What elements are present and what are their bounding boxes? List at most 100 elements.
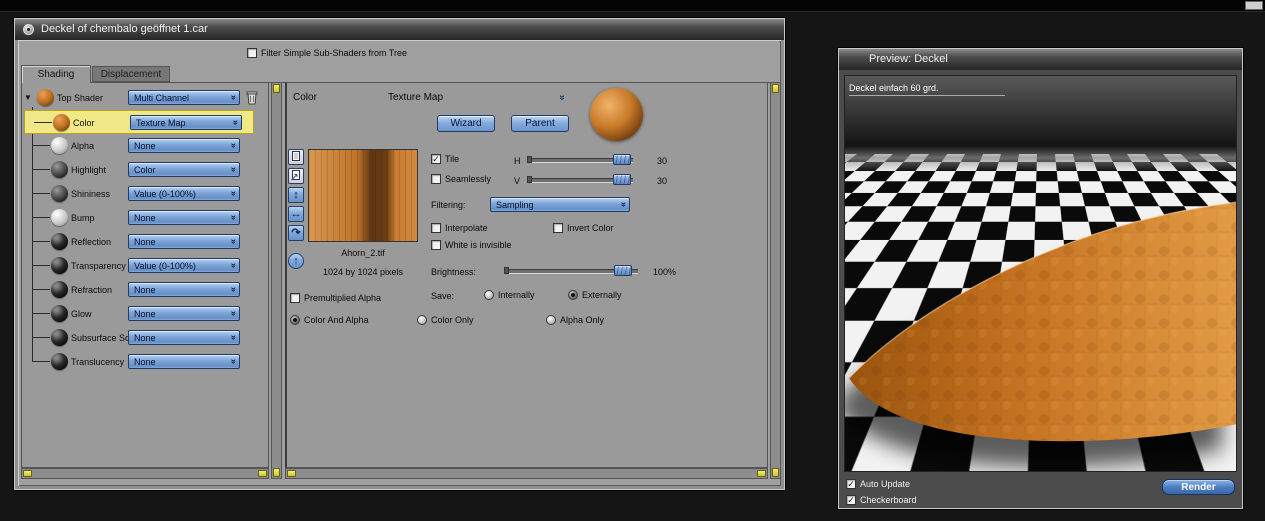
color-only-radio[interactable]: Color Only — [417, 315, 474, 326]
tree-row-label: Alpha — [71, 141, 95, 151]
shader-type-dropdown[interactable]: None » — [128, 210, 240, 225]
tree-row-alpha[interactable]: Alpha None » — [23, 134, 267, 158]
radio-label: Externally — [582, 290, 622, 300]
auto-update-checkbox[interactable]: ✓ Auto Update — [846, 479, 910, 490]
h-tiling-slider[interactable] — [527, 153, 633, 166]
desktop-scroll-chip[interactable] — [1245, 1, 1263, 10]
shader-sphere-icon — [51, 185, 68, 202]
scroll-right-button[interactable] — [757, 470, 766, 477]
tree-row-subsurface[interactable]: Subsurface Sc None » — [23, 326, 267, 350]
flip-vertical-button[interactable]: ↕ — [288, 187, 304, 203]
tile-checkbox[interactable]: ✓ Tile — [431, 154, 459, 165]
shader-type-dropdown[interactable]: Texture Map » — [130, 115, 242, 130]
scroll-right-button[interactable] — [258, 470, 267, 477]
preview-titlebar[interactable]: Preview: Deckel — [839, 49, 1242, 70]
save-internally-radio[interactable]: Internally — [484, 290, 535, 301]
disclosure-open-icon[interactable]: ▼ — [24, 93, 32, 102]
tree-row-shininess[interactable]: Shininess Value (0-100%) » — [23, 182, 267, 206]
shader-type-dropdown[interactable]: None » — [128, 234, 240, 249]
wizard-button[interactable]: Wizard — [437, 115, 495, 132]
chevron-down-icon: » — [230, 119, 241, 126]
tree-row-translucency[interactable]: Translucency None » — [23, 350, 267, 374]
shader-type-dropdown[interactable]: None » — [128, 282, 240, 297]
invert-color-checkbox[interactable]: Invert Color — [553, 223, 614, 234]
tree-row-glow[interactable]: Glow None » — [23, 302, 267, 326]
tab-shading[interactable]: Shading — [21, 65, 91, 83]
check-icon: ✓ — [432, 154, 440, 164]
rotate-button[interactable]: ↷ — [288, 225, 304, 241]
shader-type-dropdown[interactable]: Multi Channel » — [128, 90, 240, 105]
delete-shader-button[interactable] — [244, 89, 260, 107]
save-externally-radio[interactable]: Externally — [568, 290, 622, 301]
flip-horizontal-button[interactable]: ↔ — [288, 206, 304, 222]
scroll-left-button[interactable] — [287, 470, 296, 477]
scroll-left-button[interactable] — [23, 470, 32, 477]
checkbox-label: Auto Update — [860, 479, 911, 489]
dropdown-value: None — [134, 212, 156, 223]
filter-subshaders-checkbox[interactable]: Filter Simple Sub-Shaders from Tree — [247, 48, 407, 59]
v-tiling-slider[interactable] — [527, 173, 633, 186]
tree-vertical-scrollbar[interactable] — [271, 82, 282, 479]
slider-handle[interactable] — [613, 174, 631, 185]
save-label: Save: — [431, 291, 455, 301]
color-and-alpha-radio[interactable]: Color And Alpha — [290, 315, 369, 326]
tree-row-color[interactable]: Color Texture Map » — [24, 110, 254, 134]
tree-row-bump[interactable]: Bump None » — [23, 206, 267, 230]
shader-type-dropdown[interactable]: Value (0-100%) » — [128, 186, 240, 201]
window-menu-icon[interactable] — [23, 24, 34, 35]
radio-button — [417, 315, 427, 325]
texture-thumbnail[interactable] — [308, 149, 418, 242]
open-file-button[interactable] — [288, 149, 304, 165]
shader-type-dropdown[interactable]: None » — [128, 306, 240, 321]
tree-row-top-shader[interactable]: ▼ Top Shader Multi Channel » — [23, 86, 267, 110]
scroll-up-button[interactable] — [772, 84, 779, 93]
tree-row-highlight[interactable]: Highlight Color » — [23, 158, 267, 182]
tree-row-refraction[interactable]: Refraction None » — [23, 278, 267, 302]
radio-label: Internally — [498, 290, 535, 300]
premultiplied-alpha-checkbox[interactable]: Premultiplied Alpha — [290, 293, 381, 304]
tree-row-transparency[interactable]: Transparency Value (0-100%) » — [23, 254, 267, 278]
slider-handle[interactable] — [614, 265, 632, 276]
shader-type-dropdown[interactable]: Value (0-100%) » — [128, 258, 240, 273]
top-menu-bar — [0, 0, 1265, 12]
alpha-only-radio[interactable]: Alpha Only — [546, 315, 604, 326]
brightness-slider[interactable] — [504, 264, 638, 277]
render-button[interactable]: Render — [1162, 479, 1235, 495]
editor-vertical-scrollbar[interactable] — [770, 82, 781, 479]
shader-type-dropdown[interactable]: Color » — [128, 162, 240, 177]
dropdown-value: Value (0-100%) — [134, 188, 196, 199]
tab-displacement[interactable]: Displacement — [92, 66, 170, 82]
scroll-down-button[interactable] — [273, 468, 280, 477]
shader-type-dropdown[interactable]: None » — [128, 354, 240, 369]
checkerboard-checkbox[interactable]: ✓ Checkerboard — [846, 495, 917, 506]
dropdown-value: None — [134, 236, 156, 247]
seamlessly-checkbox[interactable]: Seamlessly — [431, 174, 491, 185]
shader-sphere-icon — [51, 329, 68, 346]
parent-button[interactable]: Parent — [511, 115, 569, 132]
editor-horizontal-scrollbar[interactable] — [285, 468, 768, 479]
shader-type-dropdown[interactable]: None » — [128, 330, 240, 345]
slider-handle[interactable] — [613, 154, 631, 165]
slider-left-cap — [527, 176, 532, 183]
window-titlebar[interactable]: Deckel of chembalo geöffnet 1.car — [15, 19, 784, 40]
scroll-down-button[interactable] — [772, 468, 779, 477]
scroll-up-button[interactable] — [273, 84, 280, 93]
filtering-dropdown[interactable]: Sampling » — [490, 197, 630, 212]
shader-type-dropdown[interactable]: None » — [128, 138, 240, 153]
tree-row-reflection[interactable]: Reflection None » — [23, 230, 267, 254]
shader-sphere-icon — [53, 114, 70, 131]
checkbox-label: Filter Simple Sub-Shaders from Tree — [261, 48, 408, 58]
interpolate-checkbox[interactable]: Interpolate — [431, 223, 488, 234]
checkbox-box: ✓ — [431, 154, 441, 164]
tree-row-label: Refraction — [71, 285, 113, 295]
preview-viewport[interactable]: Deckel einfach 60 grd. — [844, 75, 1237, 472]
tree-horizontal-scrollbar[interactable] — [21, 468, 269, 479]
h-label: H — [514, 156, 521, 166]
white-invisible-checkbox[interactable]: White is invisible — [431, 240, 512, 251]
shader-type-chevron-icon[interactable]: » — [556, 95, 567, 101]
dropdown-value: None — [134, 140, 156, 151]
edit-file-button[interactable] — [288, 168, 304, 184]
checkbox-box — [431, 174, 441, 184]
brightness-value: 100% — [653, 267, 677, 277]
checkbox-label: White is invisible — [445, 240, 512, 250]
